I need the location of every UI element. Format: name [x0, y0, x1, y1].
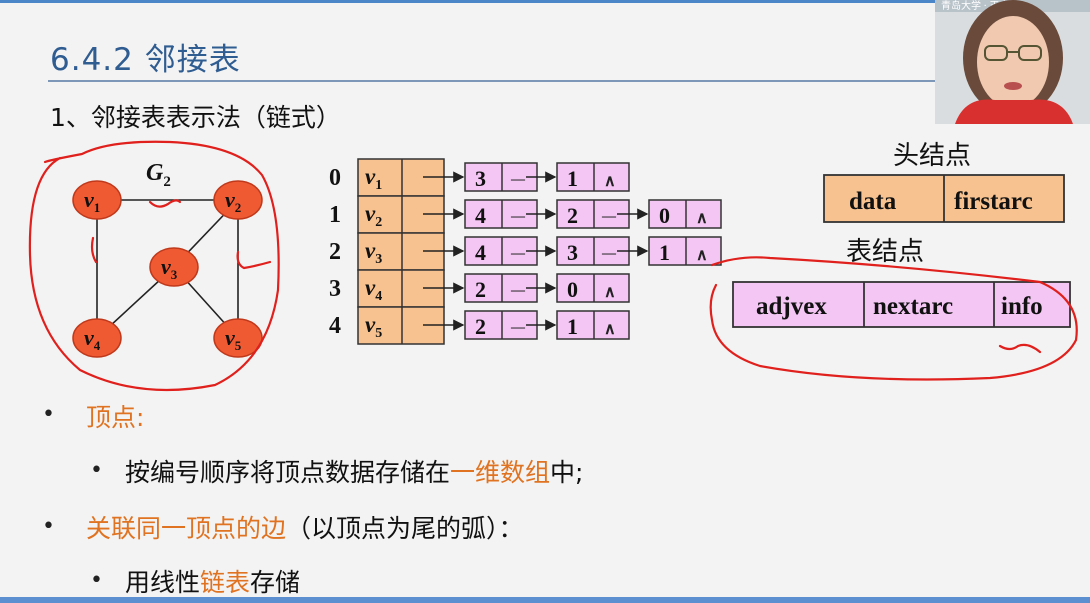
svg-text:—: — [510, 283, 526, 298]
table-field-nextarc: nextarc [873, 293, 953, 320]
table-field-info: info [1001, 293, 1043, 320]
highlight-edges: 关联同一顶点的边 [86, 514, 287, 543]
title-divider [48, 80, 935, 82]
svg-text:—: — [601, 209, 617, 224]
bullet-dot-1: • [42, 402, 55, 427]
svg-text:∧: ∧ [696, 210, 708, 227]
svg-text:1: 1 [567, 166, 578, 191]
head-node-caption: 头结点 [893, 141, 971, 170]
bullet-edges-detail: 用线性链表存储 [125, 568, 301, 597]
adj-row-3: 3 v4 2 — 0 ∧ [329, 269, 630, 308]
webcam-inset: 青岛大学 · 王卓 [935, 0, 1090, 124]
annotation-tick-3 [236, 250, 272, 270]
highlight-linked-list: 链表 [200, 568, 251, 597]
svg-text:2: 2 [567, 203, 578, 228]
svg-text:2: 2 [475, 314, 486, 339]
table-node-caption: 表结点 [846, 237, 924, 266]
adj-row-0: 0 v1 3 — 1 ∧ [329, 158, 630, 197]
svg-text:4: 4 [475, 240, 486, 265]
svg-text:3: 3 [475, 166, 486, 191]
adj-row-4: 4 v5 2 — 1 ∧ [329, 306, 630, 345]
graph-vertex-v4: v4 [72, 318, 122, 358]
adj-row-2: 2 v3 4 — 3 — 1 ∧ [329, 232, 722, 271]
table-node-legend: 表结点 adjvex nextarc info [732, 237, 1071, 328]
head-node-legend: 头结点 data firstarc [823, 141, 1065, 223]
bullet-vertex: 顶点: [86, 398, 144, 434]
slide-subtitle: 1、邻接表表示法（链式） [50, 103, 341, 132]
svg-text:∧: ∧ [696, 247, 708, 264]
annotation-tick-4 [998, 343, 1042, 354]
graph-vertex-v3: v3 [149, 247, 199, 287]
svg-text:1: 1 [567, 314, 578, 339]
graph-vertex-v2: v2 [213, 180, 263, 220]
adjacency-lists: 0 v1 3 — 1 ∧ 1 v2 4 — 2 — 0 ∧ 2 v3 4 — 3… [329, 158, 722, 345]
bullet-edges: 关联同一顶点的边（以顶点为尾的弧）： [86, 514, 524, 543]
svg-text:—: — [510, 172, 526, 187]
svg-text:—: — [510, 246, 526, 261]
graph-name: G2 [146, 160, 171, 190]
svg-text:—: — [601, 246, 617, 261]
svg-text:—: — [510, 209, 526, 224]
bullet-dot-4: • [90, 568, 103, 593]
bullet-vertex-detail: 按编号顺序将顶点数据存储在一维数组中; [125, 458, 584, 487]
svg-text:0: 0 [659, 203, 670, 228]
highlight-1d-array: 一维数组 [450, 458, 551, 487]
svg-text:2: 2 [329, 239, 341, 265]
svg-text:4: 4 [475, 203, 486, 228]
svg-text:3: 3 [567, 240, 578, 265]
svg-text:∧: ∧ [604, 321, 616, 338]
top-accent-line [0, 0, 1090, 3]
graph-g2: G2 v1 v2 v3 v4 v5 [72, 160, 263, 358]
svg-text:—: — [510, 320, 526, 335]
annotation-tick-2 [90, 236, 98, 264]
bullet-dot-2: • [90, 458, 103, 483]
graph-vertex-v1: v1 [72, 180, 122, 220]
annotation-tick-1 [148, 199, 182, 208]
svg-text:4: 4 [329, 313, 341, 339]
svg-text:∧: ∧ [604, 173, 616, 190]
svg-text:1: 1 [329, 202, 341, 228]
slide-title: 6.4.2 邻接表 [50, 42, 241, 78]
table-field-adjvex: adjvex [756, 293, 827, 320]
svg-text:2: 2 [475, 277, 486, 302]
bottom-accent-line [0, 597, 1090, 603]
head-field-firstarc: firstarc [954, 188, 1033, 215]
head-field-data: data [849, 188, 897, 215]
row-index: 0 [329, 165, 341, 191]
svg-text:1: 1 [659, 240, 670, 265]
svg-text:0: 0 [567, 277, 578, 302]
svg-text:∧: ∧ [604, 284, 616, 301]
bullet-dot-3: • [42, 514, 55, 539]
bullet-vertex-label: 顶点: [86, 403, 145, 432]
adjacency-list-diagram: G2 v1 v2 v3 v4 v5 0 v1 3 — 1 ∧ 1 v2 4 — … [28, 140, 1078, 392]
svg-text:3: 3 [329, 276, 341, 302]
adj-row-1: 1 v2 4 — 2 — 0 ∧ [329, 195, 722, 234]
